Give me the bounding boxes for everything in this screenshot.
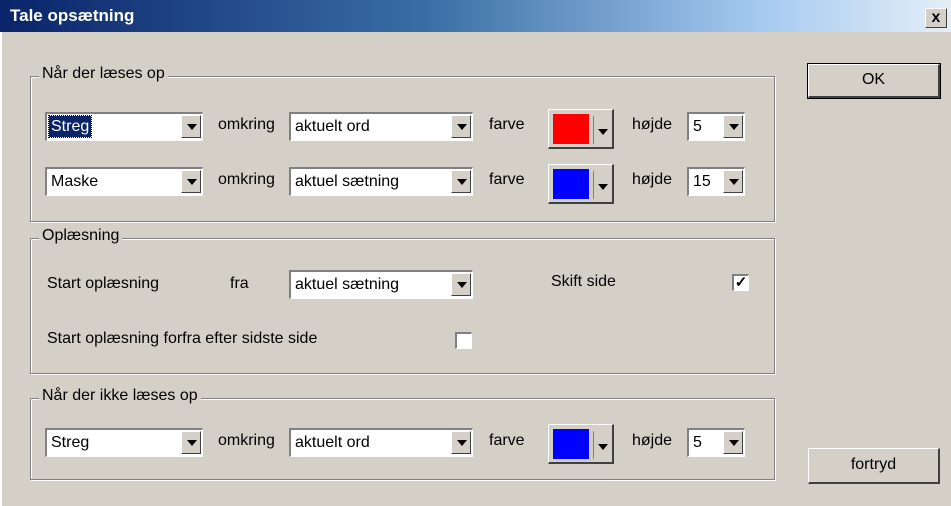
- title-bar: Tale opsætning x: [0, 0, 951, 32]
- color-label: farve: [489, 432, 525, 449]
- target-value: aktuelt ord: [295, 434, 370, 451]
- height-select-reading-1[interactable]: 5: [687, 112, 745, 141]
- dropdown-arrow-icon[interactable]: [723, 170, 743, 193]
- color-swatch: [553, 114, 589, 144]
- skift-side-checkbox[interactable]: ✓: [732, 274, 749, 291]
- skift-side-label: Skift side: [551, 273, 616, 290]
- group-reading-legend: Når der læses op: [39, 65, 168, 83]
- window-border: [0, 32, 2, 506]
- close-button[interactable]: x: [925, 8, 947, 28]
- dropdown-arrow-icon[interactable]: [181, 115, 201, 138]
- from-label: fra: [230, 275, 249, 292]
- color-picker-not-reading[interactable]: [548, 424, 614, 464]
- height-value: 5: [693, 118, 702, 135]
- shape-value: Streg: [51, 434, 90, 451]
- group-not-reading-legend: Når der ikke læses op: [39, 387, 201, 405]
- height-select-reading-2[interactable]: 15: [687, 167, 745, 196]
- window-title: Tale opsætning: [10, 6, 135, 25]
- group-oplaesning-legend: Oplæsning: [39, 227, 123, 245]
- height-label: højde: [632, 432, 673, 449]
- height-label: højde: [632, 116, 673, 133]
- height-select-not-reading[interactable]: 5: [687, 428, 745, 457]
- color-swatch: [553, 169, 589, 199]
- dropdown-arrow-icon[interactable]: [593, 116, 611, 144]
- dropdown-arrow-icon[interactable]: [181, 431, 201, 454]
- color-swatch: [553, 429, 589, 459]
- dropdown-arrow-icon[interactable]: [451, 273, 471, 296]
- target-value: aktuel sætning: [295, 173, 400, 190]
- around-label: omkring: [218, 432, 275, 449]
- height-value: 5: [693, 434, 702, 451]
- cancel-button[interactable]: fortryd: [808, 448, 940, 484]
- restart-checkbox[interactable]: [455, 332, 472, 349]
- dropdown-arrow-icon[interactable]: [451, 431, 471, 454]
- color-picker-reading-1[interactable]: [548, 109, 614, 149]
- ok-button[interactable]: OK: [807, 63, 941, 99]
- restart-label: Start oplæsning forfra efter sidste side: [47, 330, 318, 347]
- height-value: 15: [693, 173, 711, 190]
- from-select[interactable]: aktuel sætning: [289, 270, 473, 299]
- start-reading-label: Start oplæsning: [47, 275, 160, 292]
- dropdown-arrow-icon[interactable]: [593, 431, 611, 459]
- target-select-not-reading[interactable]: aktuelt ord: [289, 428, 473, 457]
- color-label: farve: [489, 116, 525, 133]
- shape-value: Streg: [47, 115, 93, 138]
- target-value: aktuelt ord: [295, 118, 370, 135]
- dropdown-arrow-icon[interactable]: [181, 170, 201, 193]
- color-label: farve: [489, 171, 525, 188]
- dropdown-arrow-icon[interactable]: [451, 170, 471, 193]
- dropdown-arrow-icon[interactable]: [593, 171, 611, 199]
- around-label: omkring: [218, 116, 275, 133]
- dropdown-arrow-icon[interactable]: [451, 115, 471, 138]
- around-label: omkring: [218, 171, 275, 188]
- group-reading: Når der læses op: [30, 65, 775, 222]
- from-value: aktuel sætning: [295, 276, 400, 293]
- dropdown-arrow-icon[interactable]: [723, 431, 743, 454]
- group-oplaesning: Oplæsning: [30, 227, 775, 374]
- shape-select-reading-2[interactable]: Maske: [45, 167, 203, 196]
- shape-select-not-reading[interactable]: Streg: [45, 428, 203, 457]
- target-select-reading-2[interactable]: aktuel sætning: [289, 167, 473, 196]
- dropdown-arrow-icon[interactable]: [723, 115, 743, 138]
- height-label: højde: [632, 171, 673, 188]
- target-select-reading-1[interactable]: aktuelt ord: [289, 112, 473, 141]
- color-picker-reading-2[interactable]: [548, 164, 614, 204]
- shape-value: Maske: [51, 173, 99, 190]
- shape-select-reading-1[interactable]: Streg: [45, 112, 203, 141]
